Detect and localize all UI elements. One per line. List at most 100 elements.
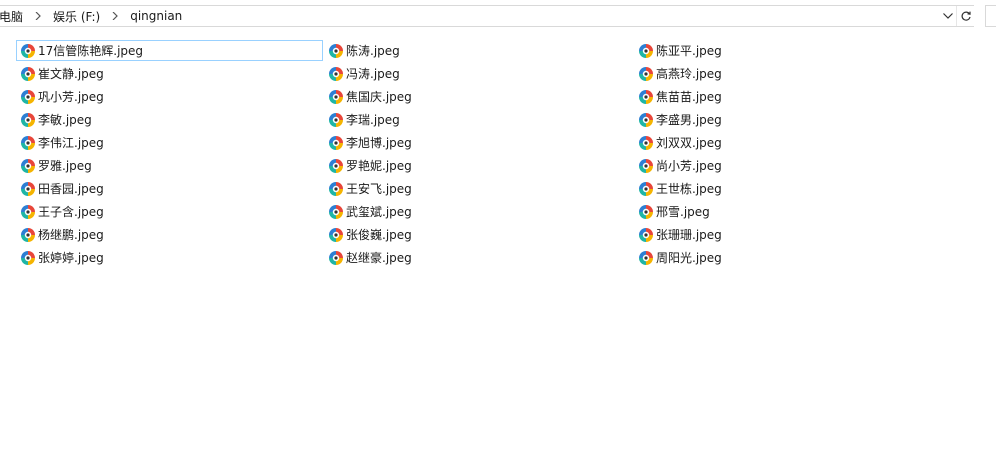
image-file-icon (328, 43, 344, 59)
file-item[interactable]: 李盛男.jpeg (634, 109, 954, 130)
image-file-icon (638, 181, 654, 197)
file-name: 高燕玲.jpeg (656, 66, 722, 81)
file-item[interactable]: 崔文静.jpeg (16, 63, 324, 84)
file-name: 李旭博.jpeg (346, 135, 412, 150)
image-file-icon (328, 181, 344, 197)
breadcrumb-folder[interactable]: qingnian (126, 9, 186, 23)
file-name: 杨继鹏.jpeg (38, 227, 104, 242)
breadcrumb-drive[interactable]: 娱乐 (F:) (49, 8, 104, 25)
image-file-icon (20, 66, 36, 82)
image-file-icon (20, 135, 36, 151)
image-file-icon (328, 66, 344, 82)
file-name: 冯涛.jpeg (346, 66, 400, 81)
file-name: 罗雅.jpeg (38, 158, 92, 173)
image-file-icon (638, 158, 654, 174)
file-name: 尚小芳.jpeg (656, 158, 722, 173)
file-name: 李瑞.jpeg (346, 112, 400, 127)
file-item[interactable]: 焦苗苗.jpeg (634, 86, 954, 107)
file-item[interactable]: 王世栋.jpeg (634, 178, 954, 199)
file-name: 刘双双.jpeg (656, 135, 722, 150)
file-item[interactable]: 赵继豪.jpeg (324, 247, 634, 268)
file-item[interactable]: 陈涛.jpeg (324, 40, 634, 61)
image-file-icon (638, 66, 654, 82)
file-item[interactable]: 王子含.jpeg (16, 201, 324, 222)
image-file-icon (328, 135, 344, 151)
file-item[interactable]: 刘双双.jpeg (634, 132, 954, 153)
file-item[interactable]: 周阳光.jpeg (634, 247, 954, 268)
file-name: 王子含.jpeg (38, 204, 104, 219)
file-item[interactable]: 李旭博.jpeg (324, 132, 634, 153)
file-item[interactable]: 罗雅.jpeg (16, 155, 324, 176)
file-name: 王安飞.jpeg (346, 181, 412, 196)
search-input[interactable] (985, 5, 996, 27)
file-name: 李敏.jpeg (38, 112, 92, 127)
image-file-icon (20, 250, 36, 266)
image-file-icon (328, 112, 344, 128)
file-item[interactable]: 尚小芳.jpeg (634, 155, 954, 176)
image-file-icon (638, 135, 654, 151)
image-file-icon (638, 112, 654, 128)
file-name: 武玺斌.jpeg (346, 204, 412, 219)
file-item[interactable]: 张珊珊.jpeg (634, 224, 954, 245)
file-name: 邢雪.jpeg (656, 204, 710, 219)
image-file-icon (328, 158, 344, 174)
file-item[interactable]: 李瑞.jpeg (324, 109, 634, 130)
file-item[interactable]: 17信管陈艳辉.jpeg (16, 40, 323, 61)
file-item[interactable]: 邢雪.jpeg (634, 201, 954, 222)
chevron-right-icon[interactable] (110, 11, 120, 21)
image-file-icon (638, 227, 654, 243)
image-file-icon (638, 43, 654, 59)
file-name: 焦国庆.jpeg (346, 89, 412, 104)
file-name: 张婷婷.jpeg (38, 250, 104, 265)
file-grid: 17信管陈艳辉.jpeg 崔文静.jpeg 巩小芳.jpeg 李敏.jpeg 李伟江.j… (16, 40, 954, 270)
file-list: 17信管陈艳辉.jpeg 崔文静.jpeg 巩小芳.jpeg 李敏.jpeg 李伟江.j… (0, 33, 996, 464)
file-name: 罗艳妮.jpeg (346, 158, 412, 173)
image-file-icon (328, 204, 344, 220)
file-name: 李盛男.jpeg (656, 112, 722, 127)
image-file-icon (20, 181, 36, 197)
file-name: 张俊巍.jpeg (346, 227, 412, 242)
file-item[interactable]: 焦国庆.jpeg (324, 86, 634, 107)
image-file-icon (638, 250, 654, 266)
file-name: 李伟江.jpeg (38, 135, 104, 150)
address-bar: 电脑 娱乐 (F:) qingnian (0, 0, 996, 33)
file-name: 王世栋.jpeg (656, 181, 722, 196)
image-file-icon (638, 89, 654, 105)
file-item[interactable]: 张婷婷.jpeg (16, 247, 324, 268)
breadcrumb[interactable]: 电脑 娱乐 (F:) qingnian (0, 5, 974, 27)
file-name: 17信管陈艳辉.jpeg (38, 43, 144, 58)
file-name: 张珊珊.jpeg (656, 227, 722, 242)
refresh-icon[interactable] (956, 6, 975, 26)
chevron-down-icon[interactable] (940, 6, 956, 26)
image-file-icon (20, 227, 36, 243)
file-item[interactable]: 冯涛.jpeg (324, 63, 634, 84)
file-item[interactable]: 李敏.jpeg (16, 109, 324, 130)
image-file-icon (328, 227, 344, 243)
chevron-right-icon[interactable] (33, 11, 43, 21)
file-name: 陈亚平.jpeg (656, 43, 722, 58)
file-name: 周阳光.jpeg (656, 250, 722, 265)
image-file-icon (328, 89, 344, 105)
image-file-icon (20, 204, 36, 220)
file-item[interactable]: 田香园.jpeg (16, 178, 324, 199)
file-name: 赵继豪.jpeg (346, 250, 412, 265)
file-item[interactable]: 李伟江.jpeg (16, 132, 324, 153)
file-item[interactable]: 陈亚平.jpeg (634, 40, 954, 61)
image-file-icon (638, 204, 654, 220)
file-item[interactable]: 杨继鹏.jpeg (16, 224, 324, 245)
image-file-icon (20, 158, 36, 174)
image-file-icon (328, 250, 344, 266)
file-item[interactable]: 武玺斌.jpeg (324, 201, 634, 222)
breadcrumb-computer[interactable]: 电脑 (0, 8, 27, 25)
file-item[interactable]: 罗艳妮.jpeg (324, 155, 634, 176)
file-name: 田香园.jpeg (38, 181, 104, 196)
file-item[interactable]: 王安飞.jpeg (324, 178, 634, 199)
file-name: 崔文静.jpeg (38, 66, 104, 81)
file-item[interactable]: 巩小芳.jpeg (16, 86, 324, 107)
file-item[interactable]: 张俊巍.jpeg (324, 224, 634, 245)
image-file-icon (20, 112, 36, 128)
file-name: 陈涛.jpeg (346, 43, 400, 58)
file-item[interactable]: 高燕玲.jpeg (634, 63, 954, 84)
image-file-icon (20, 43, 36, 59)
image-file-icon (20, 89, 36, 105)
